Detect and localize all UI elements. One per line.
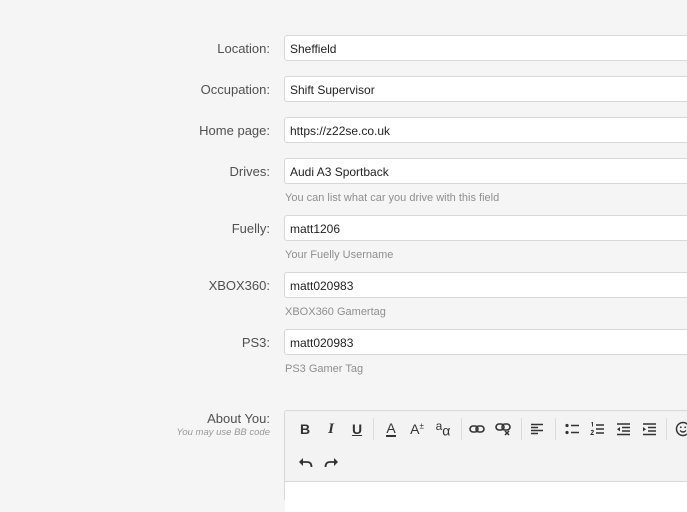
toolbar-separator xyxy=(666,418,667,440)
bullet-list-icon xyxy=(565,423,580,436)
redo-icon xyxy=(324,457,339,469)
fuelly-label: Fuelly: xyxy=(232,221,270,236)
redo-button[interactable] xyxy=(319,451,343,475)
font-size-icon: A± xyxy=(410,421,424,437)
remove-link-button[interactable] xyxy=(491,417,515,441)
outdent-icon xyxy=(616,423,631,436)
insert-link-button[interactable] xyxy=(465,417,489,441)
indent-icon xyxy=(642,423,657,436)
toolbar-separator xyxy=(373,418,374,440)
italic-icon: I xyxy=(328,421,334,438)
outdent-button[interactable] xyxy=(611,417,635,441)
location-input[interactable]: Sheffield xyxy=(284,35,687,61)
italic-button[interactable]: I xyxy=(319,417,343,441)
toolbar-separator xyxy=(521,418,522,440)
fuelly-hint: Your Fuelly Username xyxy=(285,249,393,261)
homepage-label: Home page: xyxy=(199,123,270,138)
drives-input[interactable]: Audi A3 Sportback xyxy=(284,158,687,184)
font-color-icon: A xyxy=(386,421,395,437)
drives-hint: You can list what car you drive with thi… xyxy=(285,192,499,204)
link-icon xyxy=(469,423,485,435)
fuelly-input[interactable]: matt1206 xyxy=(284,215,687,241)
occupation-input[interactable]: Shift Supervisor xyxy=(284,76,687,102)
numbered-list-icon xyxy=(590,422,605,436)
about-editor[interactable]: B I U A A± aα xyxy=(284,410,687,500)
smilie-button[interactable] xyxy=(671,417,687,441)
font-size-button[interactable]: A± xyxy=(405,417,429,441)
underline-button[interactable]: U xyxy=(345,417,369,441)
xbox360-input[interactable]: matt020983 xyxy=(284,272,687,298)
about-label: About You: xyxy=(207,411,270,426)
unlink-icon xyxy=(495,422,511,436)
occupation-label: Occupation: xyxy=(201,82,270,97)
indent-button[interactable] xyxy=(637,417,661,441)
smiley-icon xyxy=(675,421,687,437)
numbered-list-button[interactable] xyxy=(585,417,609,441)
toolbar-separator xyxy=(555,418,556,440)
drives-label: Drives: xyxy=(230,164,270,179)
location-label: Location: xyxy=(217,41,270,56)
font-family-icon: aα xyxy=(436,419,451,439)
xbox360-label: XBOX360: xyxy=(209,278,270,293)
bullet-list-button[interactable] xyxy=(560,417,584,441)
ps3-label: PS3: xyxy=(242,335,270,350)
align-left-icon xyxy=(530,423,544,435)
undo-icon xyxy=(298,457,313,469)
about-bbcode-hint: You may use BB code xyxy=(177,427,270,438)
underline-icon: U xyxy=(352,421,362,437)
align-button[interactable] xyxy=(525,417,549,441)
ps3-input[interactable]: matt020983 xyxy=(284,329,687,355)
bold-icon: B xyxy=(300,421,310,437)
editor-text-area[interactable] xyxy=(285,481,687,512)
bold-button[interactable]: B xyxy=(293,417,317,441)
ps3-hint: PS3 Gamer Tag xyxy=(285,363,363,375)
xbox360-hint: XBOX360 Gamertag xyxy=(285,306,386,318)
homepage-input[interactable]: https://z22se.co.uk xyxy=(284,117,687,143)
undo-button[interactable] xyxy=(293,451,317,475)
toolbar-separator xyxy=(461,418,462,440)
font-family-button[interactable]: aα xyxy=(431,417,455,441)
font-color-button[interactable]: A xyxy=(379,417,403,441)
